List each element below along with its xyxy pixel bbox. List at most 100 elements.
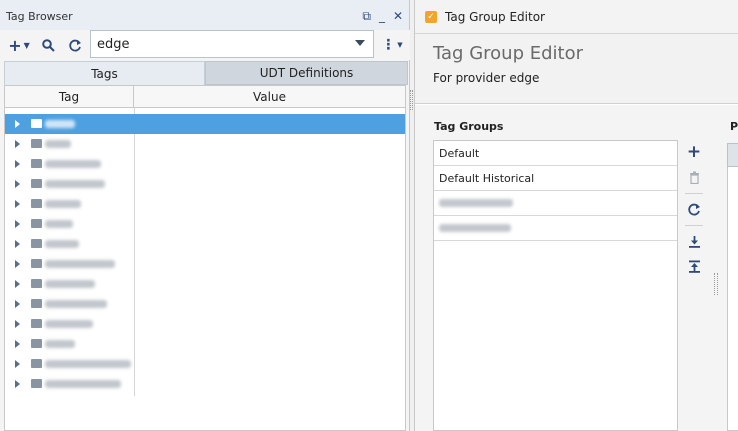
minimize-icon[interactable]: _ <box>379 10 385 22</box>
tag-name-redacted <box>45 260 115 268</box>
tag-group-item-redacted[interactable] <box>434 191 677 216</box>
tag-group-item-default-historical[interactable]: Default Historical <box>434 166 677 191</box>
window-title: Tag Group Editor <box>445 9 545 24</box>
import-tag-groups-button[interactable] <box>685 232 703 250</box>
expand-arrow-icon[interactable] <box>15 380 20 388</box>
expand-arrow-icon[interactable] <box>15 260 20 268</box>
tag-browser-titlebar: Tag Browser ⧉ _ ✕ <box>0 0 409 34</box>
expand-arrow-icon[interactable] <box>15 240 20 248</box>
editor-header: Tag Group Editor For provider edge <box>415 34 738 104</box>
folder-icon <box>31 299 42 308</box>
expand-arrow-icon[interactable] <box>15 280 20 288</box>
column-header-value[interactable]: Value <box>134 86 405 108</box>
tag-name-redacted <box>45 160 101 168</box>
close-icon[interactable]: ✕ <box>393 10 403 22</box>
expand-arrow-icon[interactable] <box>15 200 20 208</box>
tag-row[interactable] <box>5 154 405 174</box>
tag-group-item-redacted[interactable] <box>434 216 677 241</box>
refresh-icon <box>687 203 700 215</box>
tag-name-redacted <box>45 300 107 308</box>
folder-icon <box>31 339 42 348</box>
tag-group-editor-titlebar: ✓ Tag Group Editor <box>415 0 738 34</box>
editor-subheading: For provider edge <box>433 71 540 85</box>
table-header: Tag Value <box>5 86 405 108</box>
expand-arrow-icon[interactable] <box>15 320 20 328</box>
properties-panel <box>727 143 738 431</box>
tag-group-name-redacted <box>439 199 513 207</box>
tag-name-redacted <box>45 280 95 288</box>
tag-row[interactable] <box>5 214 405 234</box>
tag-name-redacted <box>45 120 75 128</box>
expand-arrow-icon[interactable] <box>15 160 20 168</box>
tag-row[interactable] <box>5 334 405 354</box>
editor-body: Tag Groups Default Default Historical + <box>415 105 738 431</box>
expand-arrow-icon[interactable] <box>15 340 20 348</box>
panel-split-grip[interactable] <box>410 90 413 110</box>
editor-heading: Tag Group Editor <box>433 43 583 64</box>
tag-group-item-default[interactable]: Default <box>434 141 677 166</box>
column-header-tag[interactable]: Tag <box>5 86 134 108</box>
actions-divider <box>685 225 703 226</box>
tag-row[interactable] <box>5 374 405 394</box>
folder-icon <box>31 159 42 168</box>
chevron-down-icon: ▼ <box>397 41 403 49</box>
tag-row[interactable] <box>5 314 405 334</box>
tab-udt-definitions[interactable]: UDT Definitions <box>205 61 408 85</box>
refresh-button[interactable] <box>66 33 84 57</box>
dock-icon[interactable]: ⧉ <box>362 10 371 22</box>
tag-name-redacted <box>45 180 105 188</box>
expand-arrow-icon[interactable] <box>15 140 20 148</box>
properties-selector[interactable] <box>727 143 738 167</box>
search-icon <box>41 38 55 52</box>
folder-icon <box>31 199 42 208</box>
folder-icon <box>31 239 42 248</box>
chevron-down-icon <box>355 40 365 46</box>
tag-row[interactable] <box>5 294 405 314</box>
folder-icon <box>31 259 42 268</box>
tag-row[interactable] <box>5 194 405 214</box>
folder-icon <box>31 359 42 368</box>
split-grip[interactable] <box>714 273 718 295</box>
tag-browser-panel: Tag Browser ⧉ _ ✕ + ▼ edge ⋮ ▼ Tags UDT … <box>0 0 410 431</box>
expand-arrow-icon[interactable] <box>15 300 20 308</box>
folder-icon <box>31 119 42 128</box>
tag-name-redacted <box>45 200 81 208</box>
tag-tree-table: Tag Value <box>4 85 406 431</box>
tag-row[interactable] <box>5 114 405 134</box>
provider-select-value: edge <box>97 36 130 52</box>
more-options-button[interactable]: ⋮ ▼ <box>380 33 404 57</box>
tag-browser-toolbar: + ▼ edge ⋮ ▼ <box>0 30 410 60</box>
search-button[interactable] <box>40 33 56 57</box>
expand-arrow-icon[interactable] <box>15 180 20 188</box>
tag-row[interactable] <box>5 134 405 154</box>
tag-groups-label: Tag Groups <box>434 120 504 133</box>
expand-arrow-icon[interactable] <box>15 120 20 128</box>
refresh-tag-groups-button[interactable] <box>685 200 703 218</box>
chevron-down-icon: ▼ <box>23 40 30 50</box>
delete-tag-group-button[interactable] <box>685 168 703 186</box>
add-tag-button[interactable]: + ▼ <box>6 33 32 57</box>
expand-arrow-icon[interactable] <box>15 220 20 228</box>
tag-row[interactable] <box>5 254 405 274</box>
tag-browser-title: Tag Browser <box>6 10 73 23</box>
plus-icon: + <box>8 35 22 55</box>
actions-divider <box>685 193 703 194</box>
folder-icon <box>31 179 42 188</box>
add-tag-group-button[interactable]: + <box>685 142 703 162</box>
tag-row[interactable] <box>5 174 405 194</box>
refresh-icon <box>68 39 81 51</box>
tag-row[interactable] <box>5 274 405 294</box>
export-tag-groups-button[interactable] <box>685 257 703 275</box>
plus-icon: + <box>686 142 702 162</box>
provider-select[interactable]: edge <box>90 30 374 58</box>
tag-name-redacted <box>45 220 73 228</box>
expand-arrow-icon[interactable] <box>15 360 20 368</box>
kebab-menu-icon: ⋮ <box>381 37 396 53</box>
tab-tags[interactable]: Tags <box>4 61 205 85</box>
folder-icon <box>31 319 42 328</box>
tag-row[interactable] <box>5 354 405 374</box>
tag-row[interactable] <box>5 234 405 254</box>
import-icon <box>688 235 700 248</box>
tag-browser-tabs: Tags UDT Definitions <box>4 61 408 85</box>
properties-label: Pr <box>730 120 738 133</box>
